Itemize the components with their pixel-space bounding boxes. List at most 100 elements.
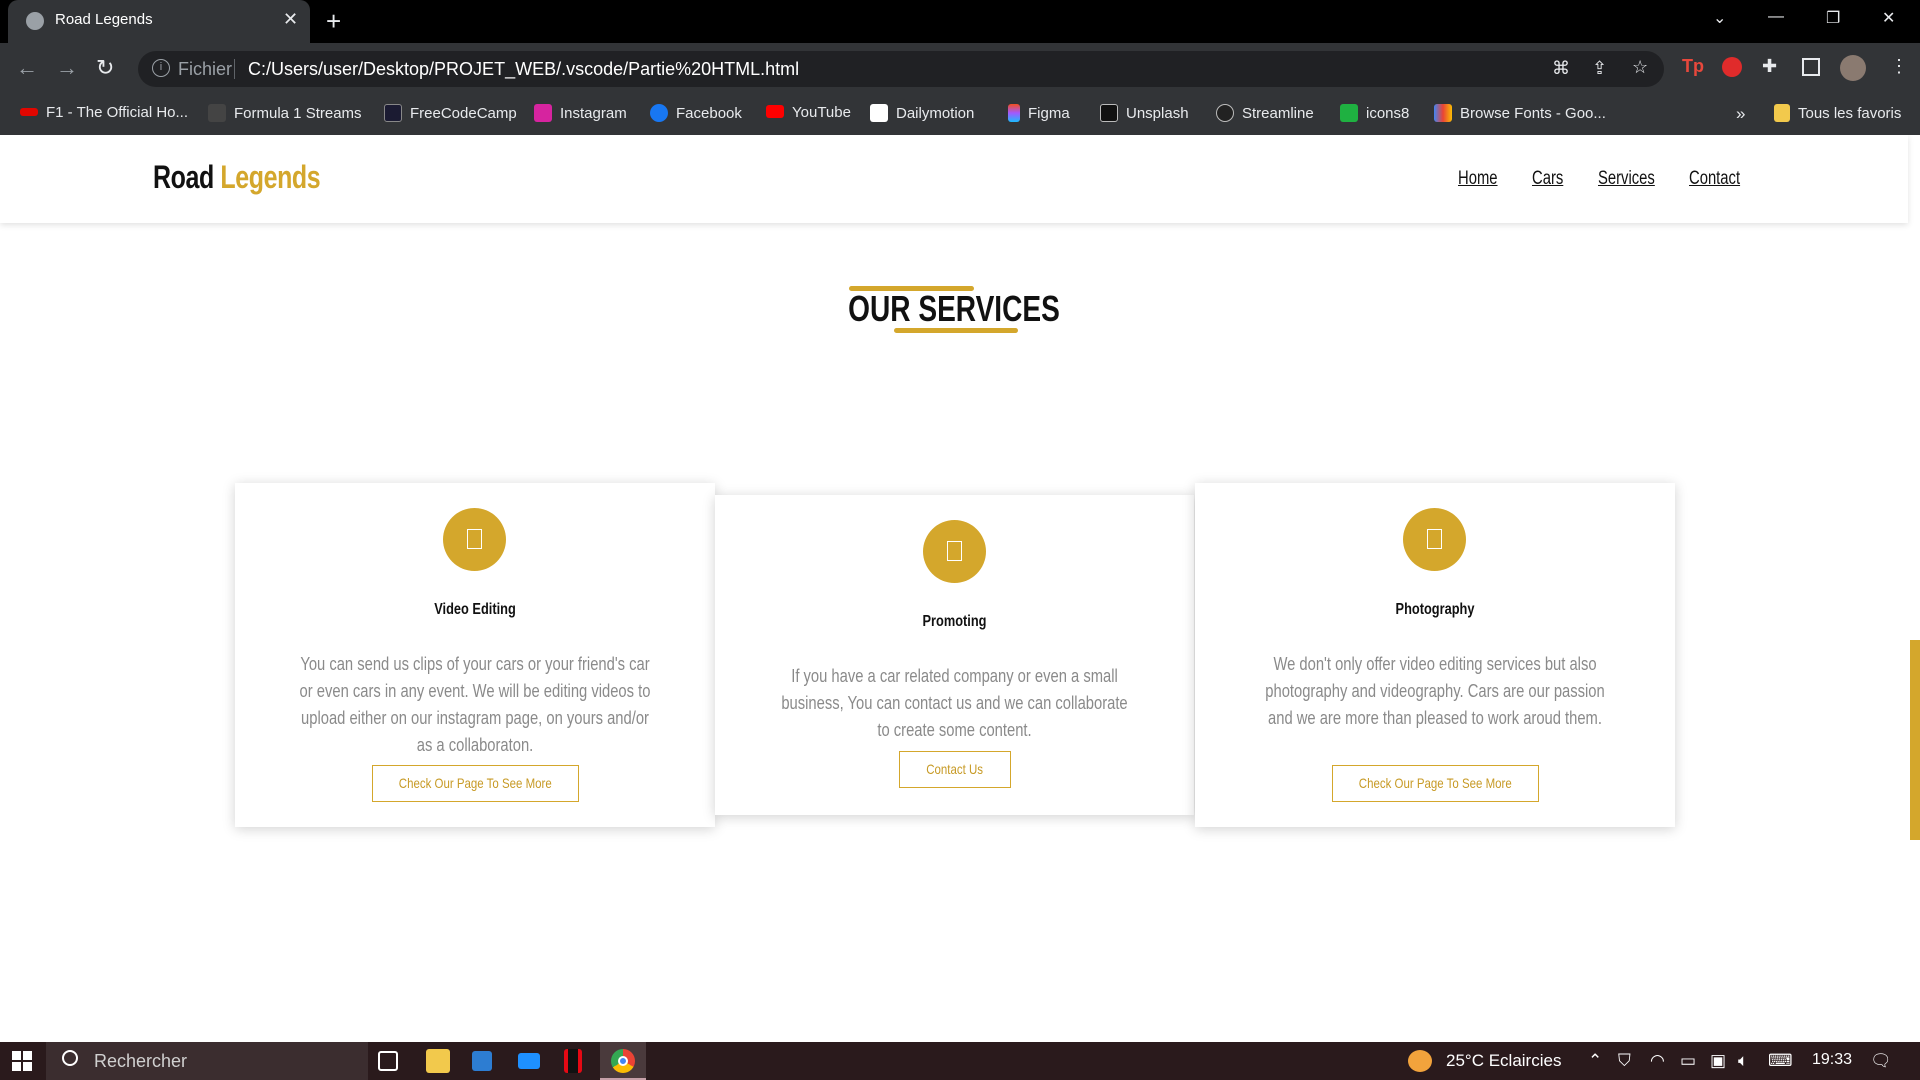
extensions-puzzle-icon[interactable]: ✚: [1762, 56, 1777, 77]
clock[interactable]: 19:33: [1812, 1051, 1852, 1069]
taskbar-chrome-active[interactable]: [600, 1042, 646, 1080]
check-our-page-button[interactable]: Check Our Page To See More: [1332, 765, 1539, 802]
bookmark-label: Facebook: [676, 105, 742, 122]
windows-start-icon[interactable]: [12, 1051, 32, 1071]
wifi-icon[interactable]: ◠: [1650, 1051, 1665, 1071]
tab-search-icon[interactable]: ⌄: [1713, 8, 1726, 28]
info-icon[interactable]: i: [152, 59, 170, 77]
all-bookmarks-folder[interactable]: Tous les favoris: [1774, 104, 1901, 126]
formula1-streams-icon: [208, 104, 226, 122]
bookmark-label: Formula 1 Streams: [234, 105, 362, 122]
minimize-icon[interactable]: —: [1768, 8, 1784, 26]
bookmark-dailymotion[interactable]: Dailymotion: [870, 104, 974, 126]
url-text[interactable]: C:/Users/user/Desktop/PROJET_WEB/.vscode…: [248, 59, 799, 80]
file-explorer-icon[interactable]: [426, 1049, 450, 1073]
icon-glyph: [467, 529, 482, 549]
notifications-icon[interactable]: 🗨︎: [1870, 1051, 1892, 1071]
nav-home[interactable]: Home: [1458, 168, 1498, 190]
close-window-icon[interactable]: ✕: [1882, 8, 1895, 28]
search-icon: [62, 1050, 78, 1066]
promoting-icon: [923, 520, 986, 583]
site-header: Road Legends Home Cars Services Contact: [0, 135, 1908, 223]
site-logo[interactable]: Road Legends: [153, 159, 321, 196]
weather-text[interactable]: 25°C Eclaircies: [1446, 1051, 1561, 1071]
new-tab-button[interactable]: +: [326, 6, 341, 37]
search-placeholder: Rechercher: [94, 1051, 188, 1071]
card-title: Photography: [1395, 601, 1475, 618]
reload-icon[interactable]: ↻: [96, 55, 114, 81]
bookmark-icons8[interactable]: icons8: [1340, 104, 1409, 126]
translate-icon[interactable]: ⌘: [1552, 58, 1570, 79]
globe-icon: [26, 12, 44, 30]
extension-tp-icon[interactable]: Tp: [1682, 56, 1704, 77]
icon-glyph: [947, 541, 962, 561]
video-editing-icon: [443, 508, 506, 571]
bookmarks-overflow-button[interactable]: »: [1736, 104, 1745, 126]
freecodecamp-icon: [384, 104, 402, 122]
contact-us-button[interactable]: Contact Us: [899, 751, 1011, 788]
tab-title: Road Legends: [55, 11, 153, 28]
bookmark-f1[interactable]: F1 - The Official Ho...: [20, 104, 188, 126]
bookmark-instagram[interactable]: Instagram: [534, 104, 627, 126]
bookmark-label: Dailymotion: [896, 105, 975, 122]
restore-icon[interactable]: ❐: [1826, 8, 1840, 28]
security-shield-icon[interactable]: ⛉: [1618, 1051, 1631, 1071]
netflix-icon[interactable]: [564, 1049, 582, 1073]
bookmarks-bar: F1 - The Official Ho... Formula 1 Stream…: [0, 95, 1920, 135]
back-icon[interactable]: ←: [16, 55, 38, 81]
tray-overflow-icon[interactable]: ⌃: [1588, 1051, 1602, 1071]
bookmark-facebook[interactable]: Facebook: [650, 104, 742, 126]
bookmark-star-icon[interactable]: ☆: [1632, 57, 1648, 78]
nav-cars[interactable]: Cars: [1532, 168, 1563, 190]
google-fonts-icon: [1434, 104, 1452, 122]
youtube-icon: [766, 105, 784, 118]
bookmark-unsplash[interactable]: Unsplash: [1100, 104, 1189, 126]
card-title: Video Editing: [434, 601, 516, 618]
keyboard-icon[interactable]: ⌨: [1768, 1051, 1793, 1071]
streamline-icon: [1216, 104, 1234, 122]
windows-taskbar: Rechercher 25°C Eclaircies ⌃ ⛉ ◠ ▭ ▣ 🔈︎ …: [0, 1042, 1920, 1080]
facebook-icon: [650, 104, 668, 122]
browser-tab[interactable]: Road Legends ✕: [8, 0, 310, 43]
menu-kebab-icon[interactable]: ⋮: [1890, 56, 1908, 77]
bookmark-label: FreeCodeCamp: [410, 105, 517, 122]
card-description: We don't only offer video editing servic…: [1265, 654, 1605, 728]
card-title: Promoting: [922, 613, 987, 630]
close-tab-icon[interactable]: ✕: [283, 9, 298, 30]
check-our-page-button[interactable]: Check Our Page To See More: [372, 765, 579, 802]
nav-services[interactable]: Services: [1598, 168, 1655, 190]
scrollbar-thumb[interactable]: [1910, 640, 1920, 840]
bookmark-label: icons8: [1366, 105, 1410, 122]
bookmark-figma[interactable]: Figma: [1008, 104, 1070, 126]
store-icon[interactable]: [472, 1051, 492, 1071]
instagram-icon: [534, 104, 552, 122]
url-scheme: Fichier: [178, 59, 233, 79]
nav-contact[interactable]: Contact: [1689, 168, 1740, 190]
mail-icon[interactable]: [518, 1053, 540, 1069]
meet-icon[interactable]: ▣: [1710, 1051, 1726, 1071]
section-title: OUR SERVICES: [848, 288, 1060, 329]
weather-icon: [1408, 1050, 1432, 1072]
f1-icon: [20, 108, 38, 116]
volume-icon[interactable]: 🔈︎: [1738, 1051, 1748, 1071]
forward-icon[interactable]: →: [56, 55, 78, 81]
battery-icon[interactable]: ▭: [1680, 1051, 1696, 1071]
service-card-promoting: Promoting If you have a car related comp…: [715, 495, 1194, 815]
bookmark-streamline[interactable]: Streamline: [1216, 104, 1314, 126]
share-icon[interactable]: ⇪: [1592, 58, 1607, 79]
profile-avatar[interactable]: [1840, 55, 1866, 81]
side-panel-icon[interactable]: [1802, 58, 1820, 76]
bookmark-freecodecamp[interactable]: FreeCodeCamp: [384, 104, 517, 126]
taskbar-search-box[interactable]: Rechercher: [46, 1042, 368, 1080]
address-bar[interactable]: i Fichier C:/Users/user/Desktop/PROJET_W…: [138, 51, 1664, 87]
bookmark-label: Figma: [1028, 105, 1070, 122]
bookmark-google-fonts[interactable]: Browse Fonts - Goo...: [1434, 104, 1606, 126]
button-label: Check Our Page To See More: [1359, 775, 1512, 791]
extension-adblock-icon[interactable]: [1722, 57, 1742, 77]
folder-icon: [1774, 104, 1790, 122]
bookmark-formula1-streams[interactable]: Formula 1 Streams: [208, 104, 362, 126]
icons8-icon: [1340, 104, 1358, 122]
task-view-icon[interactable]: [378, 1051, 398, 1071]
bookmark-youtube[interactable]: YouTube: [766, 104, 851, 126]
service-card-video-editing: Video Editing You can send us clips of y…: [235, 483, 715, 827]
